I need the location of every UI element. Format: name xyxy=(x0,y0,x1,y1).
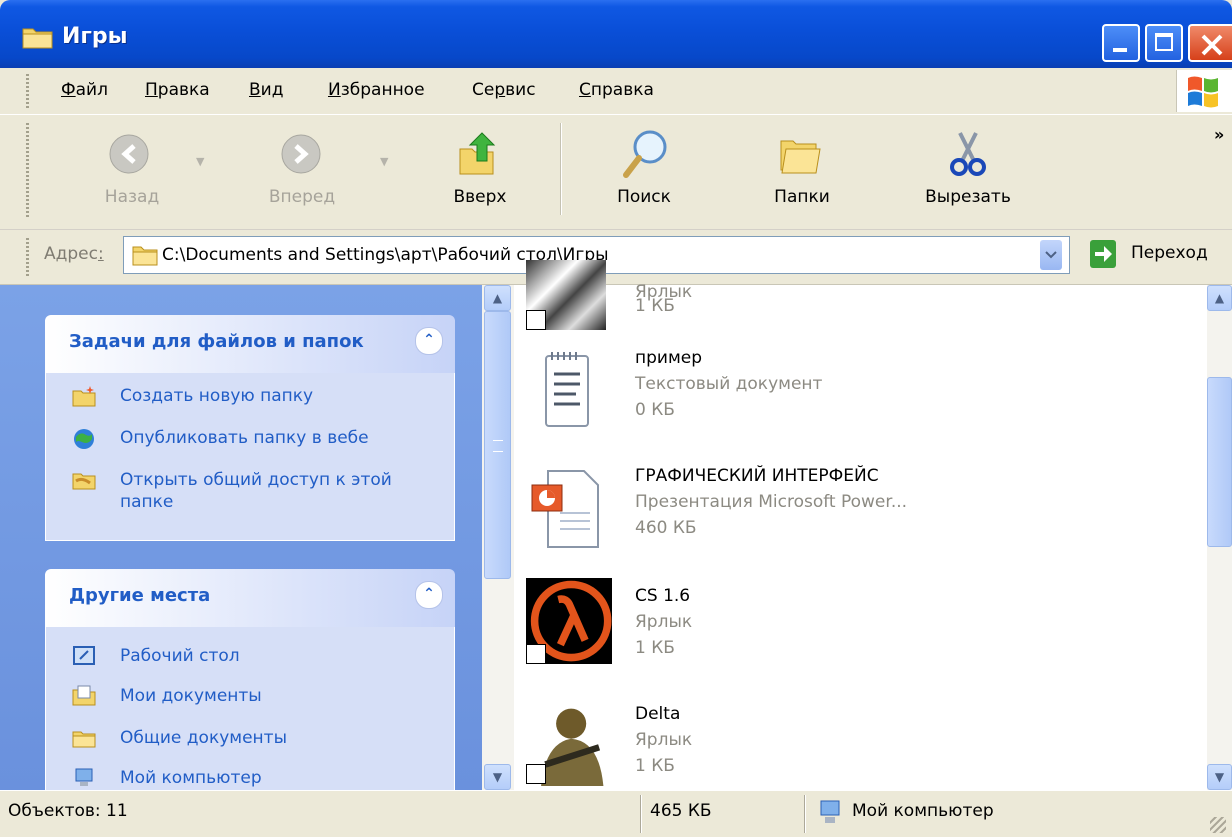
toolbar: Назад ▼ Вперед ▼ Вверх Поиск Папки Вырез… xyxy=(0,115,1232,230)
folders-icon xyxy=(780,140,821,174)
close-button[interactable] xyxy=(1188,24,1232,62)
folder-icon xyxy=(22,28,53,49)
maximize-button[interactable] xyxy=(1145,24,1183,62)
search-icon xyxy=(623,130,667,178)
file-list-scrollbar[interactable]: ▲ ▼ xyxy=(1207,285,1232,790)
toolbar-separator xyxy=(560,123,562,215)
menu-favorites[interactable]: Избранное xyxy=(328,80,425,100)
scroll-thumb[interactable] xyxy=(484,311,511,579)
back-dropdown-icon[interactable]: ▼ xyxy=(196,155,204,168)
status-bar: Объектов: 11 465 КБ Мой компьютер xyxy=(0,790,1232,837)
address-grip[interactable] xyxy=(26,238,29,276)
window-title: Игры xyxy=(62,24,128,49)
toolbar-overflow-button[interactable]: » xyxy=(1214,125,1224,144)
collapse-icon[interactable]: ⌃ xyxy=(415,327,443,355)
desktop-icon xyxy=(73,646,95,665)
file-item[interactable]: Ярлык 1 КБ xyxy=(520,248,1200,332)
shortcut-arrow-icon xyxy=(526,764,546,784)
scissors-icon xyxy=(950,132,986,176)
status-divider xyxy=(640,795,642,833)
up-button[interactable]: Вверх xyxy=(432,115,528,229)
file-item[interactable]: Delta Ярлык 1 КБ xyxy=(520,704,1200,790)
shortcut-arrow-icon xyxy=(526,644,546,664)
share-folder-icon xyxy=(72,473,96,490)
text-document-icon xyxy=(545,352,589,427)
menu-tools[interactable]: Сервис xyxy=(472,80,536,100)
collapse-icon[interactable]: ⌃ xyxy=(415,581,443,609)
other-places-title: Другие места xyxy=(69,585,211,606)
file-item[interactable]: CS 1.6 Ярлык 1 КБ xyxy=(520,578,1200,696)
publish-web-icon xyxy=(74,429,94,449)
shared-documents-icon xyxy=(72,731,96,748)
task-pane: Задачи для файлов и папок ⌃ Создать нову… xyxy=(0,285,482,790)
status-location: Мой компьютер xyxy=(852,801,994,821)
back-arrow-icon xyxy=(109,134,149,174)
folder-icon xyxy=(132,246,158,266)
menu-help[interactable]: Справка xyxy=(579,80,654,100)
my-computer-icon xyxy=(75,768,93,786)
menu-file[interactable]: Файл xyxy=(61,80,108,100)
file-tasks-header[interactable]: Задачи для файлов и папок ⌃ xyxy=(45,315,455,373)
other-places-panel: Рабочий стол Мои документы Общие докумен… xyxy=(45,627,455,790)
forward-button[interactable]: Вперед xyxy=(248,115,356,229)
other-places-header[interactable]: Другие места ⌃ xyxy=(45,569,455,627)
status-divider xyxy=(804,795,806,833)
windows-flag-icon xyxy=(1188,76,1218,108)
resize-grip[interactable] xyxy=(1210,817,1226,833)
up-folder-icon xyxy=(459,132,496,175)
shortcut-arrow-icon xyxy=(526,310,546,330)
my-computer-icon xyxy=(820,800,840,823)
folders-button[interactable]: Папки xyxy=(752,115,852,229)
menu-bar: Файл Правка Вид Избранное Сервис Справка xyxy=(0,68,1232,115)
status-size: 465 КБ xyxy=(650,801,712,821)
file-item[interactable]: ГРАФИЧЕСКИЙ ИНТЕРФЕЙС Презентация Micros… xyxy=(520,466,1200,576)
cut-button[interactable]: Вырезать xyxy=(908,115,1028,229)
back-button[interactable]: Назад xyxy=(78,115,186,229)
title-bar[interactable]: Игры xyxy=(0,0,1232,68)
forward-arrow-icon xyxy=(281,134,321,174)
file-tasks-panel: Создать новую папку Опубликовать папку в… xyxy=(45,373,455,541)
scroll-down-button[interactable]: ▼ xyxy=(484,764,511,790)
scroll-up-button[interactable]: ▲ xyxy=(484,285,511,311)
address-label: Адрес: xyxy=(44,244,104,264)
menu-edit[interactable]: Правка xyxy=(145,80,210,100)
file-tasks-title: Задачи для файлов и папок xyxy=(69,331,364,352)
powerpoint-icon xyxy=(531,470,599,548)
search-button[interactable]: Поиск xyxy=(594,115,694,229)
scroll-thumb[interactable] xyxy=(1207,377,1232,547)
new-folder-icon xyxy=(72,386,96,407)
close-icon xyxy=(1201,34,1223,56)
scroll-up-button[interactable]: ▲ xyxy=(1207,285,1232,311)
windows-logo xyxy=(1176,70,1232,112)
file-item[interactable]: пример Текстовый документ 0 КБ xyxy=(520,348,1200,458)
menu-grip[interactable] xyxy=(26,74,29,108)
game-shortcut-icon xyxy=(526,260,606,330)
task-pane-scrollbar[interactable]: ▲ ▼ xyxy=(482,285,514,790)
forward-dropdown-icon[interactable]: ▼ xyxy=(380,155,388,168)
my-documents-icon xyxy=(72,685,96,706)
toolbar-grip[interactable] xyxy=(26,123,29,219)
menu-view[interactable]: Вид xyxy=(249,80,283,100)
scroll-down-button[interactable]: ▼ xyxy=(1207,764,1232,790)
minimize-button[interactable] xyxy=(1102,24,1140,62)
status-object-count: Объектов: 11 xyxy=(8,801,128,821)
